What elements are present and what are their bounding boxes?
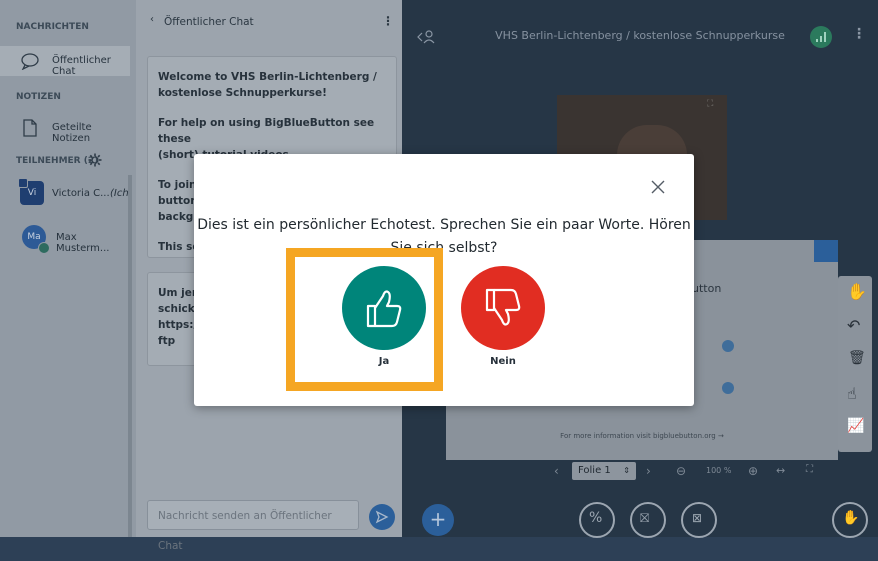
fit-width-icon[interactable]: ↔ xyxy=(776,464,785,477)
meeting-title: VHS Berlin-Lichtenberg / kostenlose Schn… xyxy=(495,29,785,42)
welcome-line: Welcome to VHS Berlin-Lichtenberg / xyxy=(158,71,377,83)
participants-header: TEILNEHMER (2) xyxy=(16,156,99,166)
zoom-out-icon[interactable]: ⊖ xyxy=(676,464,686,478)
multi-user-icon[interactable]: ☝ xyxy=(847,384,857,403)
presenter-badge xyxy=(18,178,28,188)
participant-suffix: (Ich xyxy=(110,188,129,199)
fullscreen-icon[interactable]: ⛶ xyxy=(806,464,813,475)
webcam-button[interactable]: ⛝ xyxy=(630,502,666,538)
mute-icon: % xyxy=(589,510,603,526)
sidebar-item-label: Öffentlicher Chat xyxy=(52,55,111,77)
options-menu-icon[interactable]: ⋮ xyxy=(852,26,866,42)
actions-plus-button[interactable]: + xyxy=(422,504,454,536)
sidebar: NACHRICHTEN Öffentlicher Chat NOTIZEN Ge… xyxy=(0,0,136,537)
chat-icon xyxy=(21,53,39,70)
trash-icon[interactable]: 🗑 xyxy=(848,350,866,366)
undo-icon[interactable]: ↶ xyxy=(847,316,860,335)
sidebar-scrollbar[interactable] xyxy=(128,175,132,537)
thumbs-down-icon xyxy=(485,288,521,326)
next-slide-icon[interactable]: › xyxy=(646,464,651,478)
chat-message-input[interactable]: Nachricht senden an Öffentlicher Chat xyxy=(147,500,359,552)
participant-row[interactable]: Vi Victoria C... (Ich xyxy=(0,178,129,210)
gear-icon[interactable] xyxy=(88,153,102,167)
notes-header: NOTIZEN xyxy=(16,92,61,102)
chat-title: Öffentlicher Chat xyxy=(164,16,254,28)
slide-feature-icon xyxy=(722,340,734,352)
slide-feature-icon xyxy=(722,382,734,394)
highlight-box xyxy=(286,248,443,391)
signal-icon xyxy=(816,32,826,42)
camera-off-icon: ⛝ xyxy=(640,511,650,525)
echo-test-modal: Dies ist ein persönlicher Echotest. Spre… xyxy=(194,154,694,406)
close-icon[interactable] xyxy=(649,178,667,196)
send-button[interactable] xyxy=(369,504,395,530)
sidebar-item-public-chat[interactable]: Öffentlicher Chat xyxy=(0,46,130,77)
audio-badge xyxy=(38,242,50,254)
help-line: For help on using BigBlueButton see thes… xyxy=(158,117,375,145)
chart-tool-icon[interactable]: 📈 xyxy=(847,418,864,434)
hand-icon: ✋ xyxy=(842,510,860,526)
slide-footer: For more information visit bigbluebutton… xyxy=(560,432,724,440)
slide-toolbar: ‹ Folie 1 ⇕ › ⊖ 100 % ⊕ ↔ ⛶ xyxy=(446,460,838,484)
hand-tool-icon[interactable]: ✋ xyxy=(847,282,867,301)
raise-hand-button[interactable]: ✋ xyxy=(832,502,868,538)
fullscreen-icon[interactable]: ⛶ xyxy=(707,99,713,109)
participant-row[interactable]: Ma Max Musterm... xyxy=(0,222,128,254)
sidebar-item-label: Geteilte Notizen xyxy=(52,122,92,144)
welcome-line: kostenlose Schnupperkurse! xyxy=(158,87,327,99)
no-label: Nein xyxy=(490,356,516,367)
document-icon xyxy=(23,119,37,137)
more-options-icon[interactable]: ⋮ xyxy=(382,14,394,28)
messages-header: NACHRICHTEN xyxy=(16,22,89,32)
no-button[interactable] xyxy=(461,266,545,350)
mute-button[interactable]: % xyxy=(579,502,615,538)
participant-name: Victoria C... xyxy=(52,188,110,199)
send-icon xyxy=(375,510,389,524)
slide-selector[interactable]: Folie 1 ⇕ xyxy=(572,462,636,480)
chat-header: ‹ Öffentlicher Chat ⋮ xyxy=(136,0,402,40)
zoom-level: 100 % xyxy=(706,466,732,475)
connection-status-button[interactable] xyxy=(810,26,832,48)
echo-test-prompt: Dies ist ein persönlicher Echotest. Spre… xyxy=(197,217,691,256)
slide-menu-button[interactable] xyxy=(814,240,838,262)
screenshare-button[interactable]: ⊠ xyxy=(681,502,717,538)
back-chevron-icon[interactable]: ‹ xyxy=(150,14,154,25)
participant-name: Max Musterm... xyxy=(56,232,110,254)
sidebar-item-shared-notes[interactable]: Geteilte Notizen xyxy=(0,114,130,144)
zoom-in-icon[interactable]: ⊕ xyxy=(748,464,758,478)
screenshare-off-icon: ⊠ xyxy=(692,511,703,525)
whiteboard-toolbar: ✋ ↶ 🗑 ☝ 📈 xyxy=(838,276,872,452)
slide-title: utton xyxy=(692,282,722,295)
previous-slide-icon[interactable]: ‹ xyxy=(554,464,559,478)
